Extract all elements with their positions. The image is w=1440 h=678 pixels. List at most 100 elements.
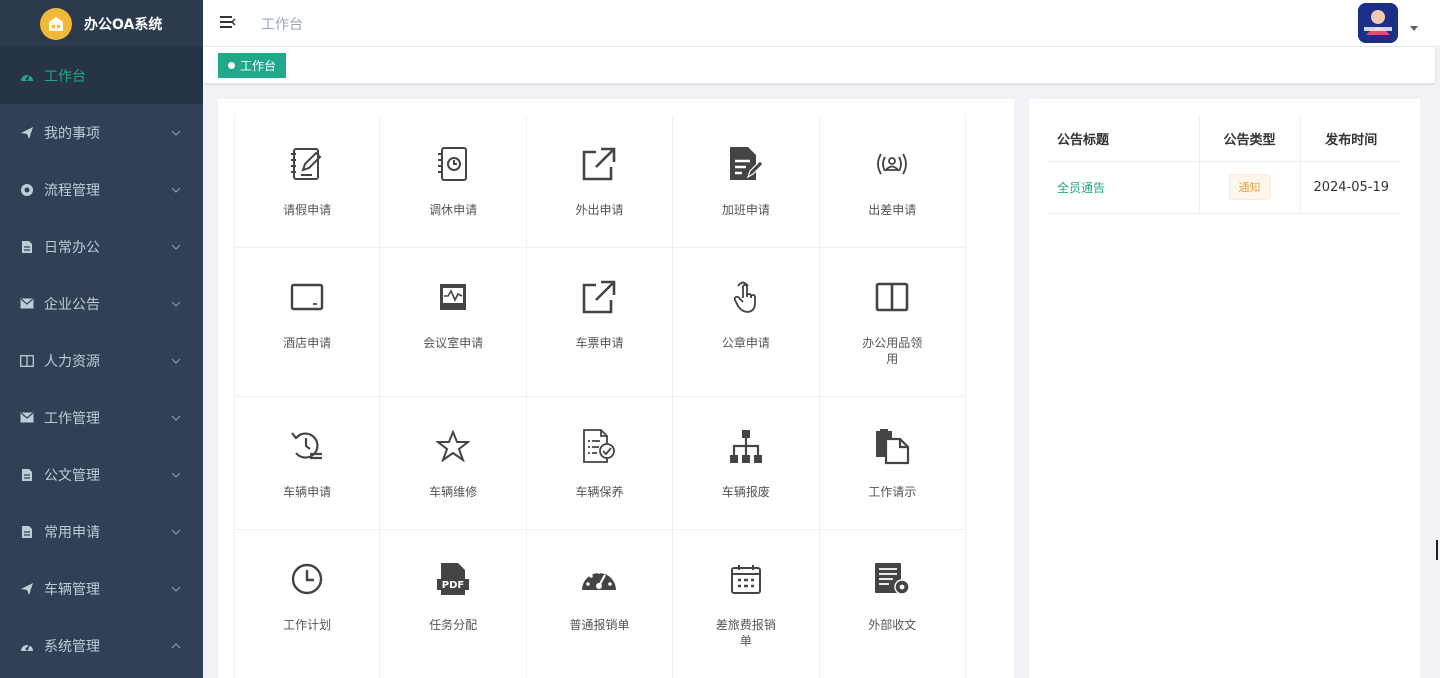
notice-title-cell: 全员通告 <box>1046 161 1200 214</box>
overtime-doc-icon <box>726 144 766 184</box>
copy-docs-icon <box>872 426 912 466</box>
app-time-off[interactable]: 调休申请 <box>380 115 527 248</box>
history-list-icon <box>287 426 327 466</box>
app-outing[interactable]: 外出申请 <box>526 115 674 248</box>
app-label: 出差申请 <box>868 203 917 217</box>
monitor-chart-icon <box>433 277 473 317</box>
app-label: 工作计划 <box>283 618 332 632</box>
app-business-trip[interactable]: 出差申请 <box>819 115 966 248</box>
sidebar-item-label: 公文管理 <box>44 467 100 484</box>
send-icon <box>20 582 34 596</box>
sidebar-item-daily-office[interactable]: 日常办公 <box>0 218 203 275</box>
avatar[interactable] <box>1358 3 1398 43</box>
sidebar-item-workbench[interactable]: 工作台 <box>0 47 203 104</box>
app-label: 工作请示 <box>868 485 917 499</box>
broadcast-user-icon <box>872 144 912 184</box>
sidebar-item-label: 车辆管理 <box>44 581 100 598</box>
leave-request-icon <box>287 144 327 184</box>
columns-icon <box>872 277 912 317</box>
app-vehicle-scrap[interactable]: 车辆报废 <box>673 397 820 530</box>
app-vehicle-request[interactable]: 车辆申请 <box>234 397 381 530</box>
app-external-incoming[interactable]: 外部收文 <box>820 530 966 678</box>
book-icon <box>20 354 34 368</box>
table-row[interactable]: 全员通告 通知 2024-05-19 <box>1046 161 1402 214</box>
app-work-plan[interactable]: 工作计划 <box>234 530 381 678</box>
app-label: 酒店申请 <box>283 336 332 350</box>
sidebar: 办公OA系统 工作台 我的事项 流程管理 日常办公 企业公告 人力资源 工作管理… <box>0 0 203 678</box>
sidebar-item-work-management[interactable]: 工作管理 <box>0 389 203 446</box>
sidebar-item-common-requests[interactable]: 常用申请 <box>0 503 203 560</box>
chevron-up-icon <box>171 642 181 648</box>
tags-view: 工作台 <box>203 47 1435 83</box>
app-label: 办公用品领用 <box>862 336 923 366</box>
app-label: 车辆申请 <box>283 485 332 499</box>
chevron-down-icon <box>171 586 181 592</box>
column-header-title: 公告标题 <box>1046 116 1200 162</box>
chevron-down-icon <box>171 472 181 478</box>
checklist-icon <box>579 426 619 466</box>
quick-apps-card: 请假申请 调休申请 外出申请 加班申请 出差申请 酒店申请 会议室申请 车票申请… <box>218 99 1014 678</box>
app-general-expense[interactable]: 普通报销单 <box>527 530 674 678</box>
app-label: 加班申请 <box>721 203 770 217</box>
notices-card: 公告标题 公告类型 发布时间 全员通告 通知 2024-05-19 <box>1029 99 1420 678</box>
sidebar-item-vehicles[interactable]: 车辆管理 <box>0 560 203 617</box>
app-task-assign[interactable]: PDF 任务分配 <box>380 530 527 678</box>
document-icon <box>20 240 34 254</box>
mail-icon <box>20 411 34 425</box>
sidebar-item-label: 工作台 <box>44 68 86 85</box>
app-overtime[interactable]: 加班申请 <box>673 115 820 248</box>
app-meeting-room[interactable]: 会议室申请 <box>380 248 527 397</box>
chevron-down-icon <box>171 415 181 421</box>
logo-icon <box>40 7 72 40</box>
sidebar-item-process[interactable]: 流程管理 <box>0 161 203 218</box>
gauge-icon <box>579 559 619 599</box>
app-office-supplies[interactable]: 办公用品领用 <box>819 248 966 397</box>
hamburger-icon[interactable] <box>219 14 237 32</box>
app-hotel[interactable]: 酒店申请 <box>234 248 381 397</box>
app-vehicle-repair[interactable]: 车辆维修 <box>380 397 527 530</box>
app-ticket[interactable]: 车票申请 <box>526 248 674 397</box>
app-label: 公章申请 <box>721 336 770 350</box>
breadcrumb: 工作台 <box>261 17 303 33</box>
sidebar-item-label: 常用申请 <box>44 524 100 541</box>
send-icon <box>20 126 34 140</box>
sidebar-item-label: 系统管理 <box>44 638 100 655</box>
app-seal[interactable]: 公章申请 <box>673 248 820 397</box>
app-label: 车辆维修 <box>429 485 478 499</box>
app-label: 车辆保养 <box>575 485 624 499</box>
top-navbar: 工作台 <box>203 0 1440 47</box>
sidebar-item-label: 工作管理 <box>44 410 100 427</box>
external-link-icon <box>579 277 619 317</box>
dashboard-icon <box>20 639 34 653</box>
sidebar-item-announcements[interactable]: 企业公告 <box>0 275 203 332</box>
tag-workbench[interactable]: 工作台 <box>218 53 287 78</box>
doc-settings-icon <box>872 559 912 599</box>
chevron-down-icon <box>171 244 181 250</box>
clock-icon <box>287 559 327 599</box>
app-travel-expense[interactable]: 差旅费报销单 <box>673 530 820 678</box>
table-header-row: 公告标题 公告类型 发布时间 <box>1046 116 1402 162</box>
column-header-type: 公告类型 <box>1199 116 1301 162</box>
app-label: 会议室申请 <box>423 336 484 350</box>
app-leave-request[interactable]: 请假申请 <box>234 115 381 248</box>
active-dot-icon <box>228 62 235 69</box>
sidebar-item-label: 我的事项 <box>44 125 100 142</box>
sidebar-item-my-tasks[interactable]: 我的事项 <box>0 104 203 161</box>
sidebar-item-system[interactable]: 系统管理 <box>0 617 203 674</box>
logo[interactable]: 办公OA系统 <box>0 0 203 47</box>
dashboard-icon <box>20 69 34 83</box>
flow-icon <box>20 183 34 197</box>
app-label: 外部收文 <box>868 618 917 632</box>
tag-label: 工作台 <box>240 59 277 73</box>
app-vehicle-maintenance[interactable]: 车辆保养 <box>526 397 674 530</box>
hand-pointer-icon <box>726 277 766 317</box>
app-work-request[interactable]: 工作请示 <box>819 397 966 530</box>
app-title: 办公OA系统 <box>84 16 163 33</box>
sidebar-item-label: 流程管理 <box>44 182 100 199</box>
sidebar-item-hr[interactable]: 人力资源 <box>0 332 203 389</box>
caret-down-icon[interactable] <box>1410 26 1418 31</box>
sidebar-item-official-docs[interactable]: 公文管理 <box>0 446 203 503</box>
sidebar-menu: 工作台 我的事项 流程管理 日常办公 企业公告 人力资源 工作管理 公文管理 常… <box>0 47 203 674</box>
notice-title-link[interactable]: 全员通告 <box>1057 181 1105 195</box>
chevron-down-icon <box>171 301 181 307</box>
